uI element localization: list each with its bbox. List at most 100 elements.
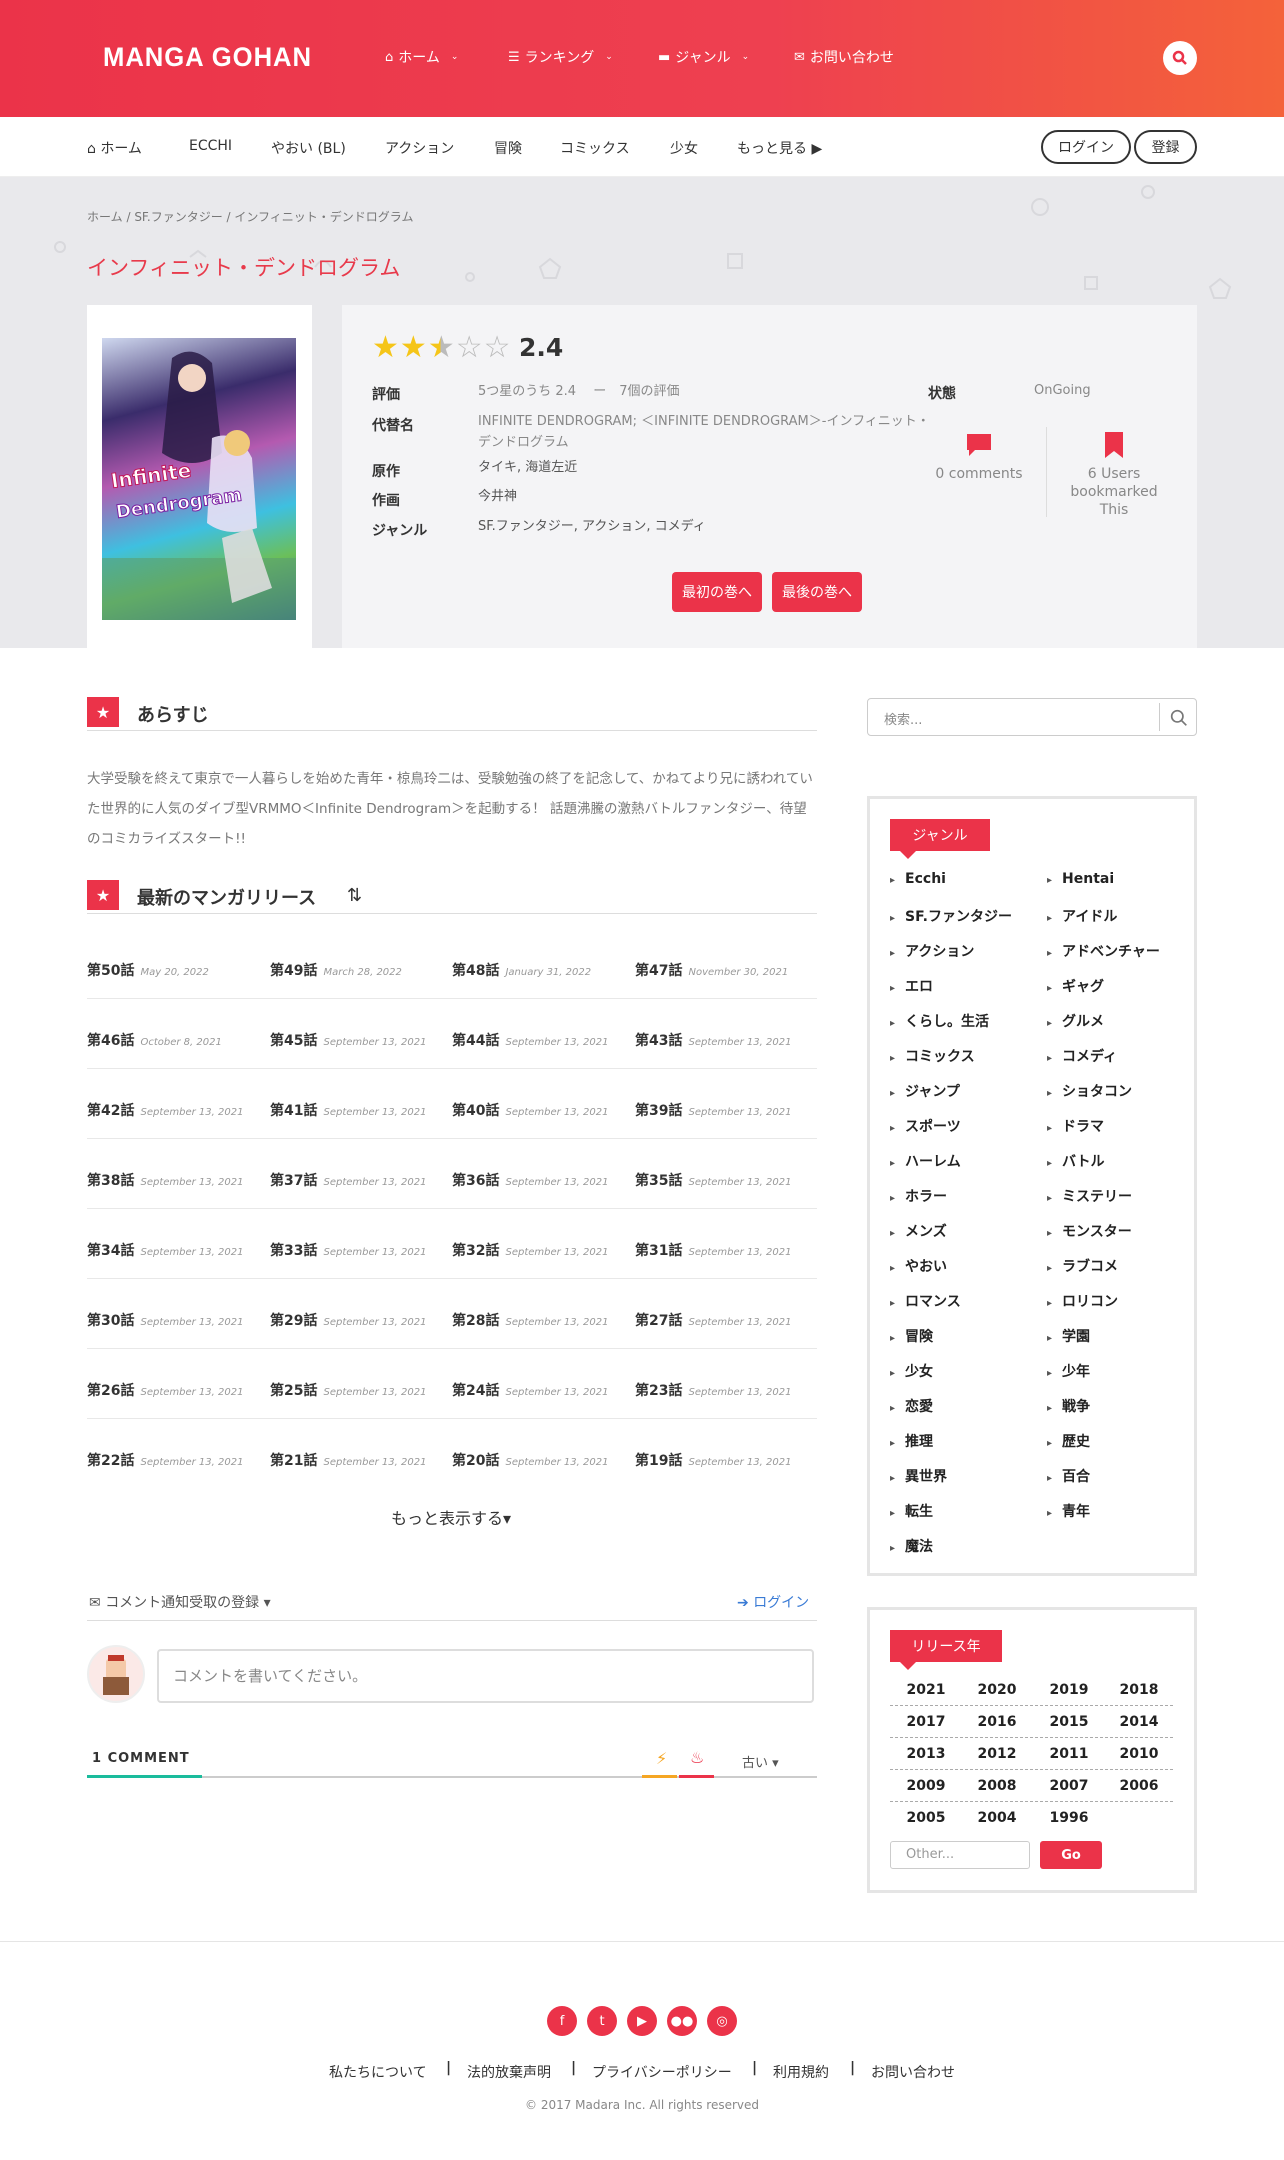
register-button[interactable]: 登録 [1134, 130, 1197, 164]
nav-ranking[interactable]: ☰ ランキング ⌄ [508, 47, 613, 67]
chapter-item[interactable]: 第19話 September 13, 2021 [635, 1450, 791, 1520]
first-volume-button[interactable]: 最初の巻へ [672, 572, 762, 612]
subnav-yaoi[interactable]: やおい (BL) [271, 138, 346, 158]
genre-item[interactable]: バトル [1047, 1151, 1104, 1171]
chapter-item[interactable]: 第38話 September 13, 2021 [87, 1170, 243, 1240]
year-item[interactable]: 2009 [896, 1778, 956, 1794]
subnav-comics[interactable]: コミックス [560, 138, 630, 158]
chapter-item[interactable]: 第40話 September 13, 2021 [452, 1100, 608, 1170]
chapter-item[interactable]: 第48話 January 31, 2022 [452, 960, 591, 1030]
nav-genre[interactable]: ▬ ジャンル ⌄ [658, 47, 749, 67]
year-item[interactable]: 2017 [896, 1714, 956, 1730]
genre-item[interactable]: 冒険 [890, 1326, 933, 1346]
year-item[interactable]: 2016 [967, 1714, 1027, 1730]
show-more-button[interactable]: もっと表示する▾ [391, 1505, 511, 1529]
footer-link-contact[interactable]: お問い合わせ [871, 2062, 955, 2082]
genre-item[interactable]: ホラー [890, 1186, 947, 1206]
last-volume-button[interactable]: 最後の巻へ [772, 572, 862, 612]
subnav-adventure[interactable]: 冒険 [494, 138, 522, 158]
youtube-icon[interactable]: ▶ [627, 2006, 657, 2036]
chapter-item[interactable]: 第27話 September 13, 2021 [635, 1310, 791, 1380]
search-icon[interactable] [1170, 709, 1188, 727]
year-item[interactable]: 2014 [1109, 1714, 1169, 1730]
chapter-item[interactable]: 第25話 September 13, 2021 [270, 1380, 426, 1450]
genre-item[interactable]: 転生 [890, 1501, 933, 1521]
author-value[interactable]: タイキ, 海道左近 [478, 457, 577, 478]
year-item[interactable]: 1996 [1039, 1810, 1099, 1826]
genre-item[interactable]: グルメ [1047, 1011, 1104, 1031]
bookmark-stat[interactable]: 6 Users bookmarked This [1053, 430, 1175, 519]
genre-item[interactable]: メンズ [890, 1221, 947, 1241]
year-item[interactable]: 2004 [967, 1810, 1027, 1826]
subnav-more[interactable]: もっと見る ▶ [737, 138, 822, 158]
genre-item[interactable]: ジャンプ [890, 1081, 960, 1101]
genre-item[interactable]: SF.ファンタジー [890, 906, 1012, 926]
genre-item[interactable]: ショタコン [1047, 1081, 1132, 1101]
comment-login-link[interactable]: ➔ ログイン [737, 1592, 809, 1612]
year-item[interactable]: 2020 [967, 1682, 1027, 1698]
rating-stars[interactable]: ★★★☆☆ [372, 330, 512, 365]
nav-home[interactable]: ⌂ ホーム ⌄ [385, 47, 458, 67]
genre-item[interactable]: コメディ [1047, 1046, 1117, 1066]
chapter-item[interactable]: 第33話 September 13, 2021 [270, 1240, 426, 1310]
sort-dropdown[interactable]: 古い ▾ [742, 1752, 779, 1771]
genre-item[interactable]: 百合 [1047, 1466, 1090, 1486]
year-item[interactable]: 2006 [1109, 1778, 1169, 1794]
chapter-item[interactable]: 第24話 September 13, 2021 [452, 1380, 608, 1450]
chapter-item[interactable]: 第37話 September 13, 2021 [270, 1170, 426, 1240]
genre-item[interactable]: アイドル [1047, 906, 1117, 926]
year-item[interactable]: 2018 [1109, 1682, 1169, 1698]
subnav-home[interactable]: ⌂ ホーム [87, 138, 142, 158]
footer-link-terms[interactable]: 利用規約 [773, 2062, 829, 2082]
chapter-item[interactable]: 第32話 September 13, 2021 [452, 1240, 608, 1310]
chapter-item[interactable]: 第28話 September 13, 2021 [452, 1310, 608, 1380]
year-item[interactable]: 2007 [1039, 1778, 1099, 1794]
search-input[interactable]: 検索... [884, 709, 922, 728]
year-item[interactable]: 2010 [1109, 1746, 1169, 1762]
subscribe-dropdown[interactable]: ✉ コメント通知受取の登録 ▾ [89, 1592, 271, 1612]
subnav-ecchi[interactable]: ECCHI [189, 138, 232, 154]
genre-item[interactable]: ギャグ [1047, 976, 1104, 996]
genre-item[interactable]: くらし。生活 [890, 1011, 989, 1031]
chapter-item[interactable]: 第26話 September 13, 2021 [87, 1380, 243, 1450]
chapter-item[interactable]: 第45話 September 13, 2021 [270, 1030, 426, 1100]
year-item[interactable]: 2005 [896, 1810, 956, 1826]
year-item[interactable]: 2012 [967, 1746, 1027, 1762]
genre-item[interactable]: Ecchi [890, 871, 946, 887]
genre-item[interactable]: ドラマ [1047, 1116, 1104, 1136]
chapter-item[interactable]: 第41話 September 13, 2021 [270, 1100, 426, 1170]
year-item[interactable]: 2015 [1039, 1714, 1099, 1730]
year-item[interactable]: 2011 [1039, 1746, 1099, 1762]
facebook-icon[interactable]: f [547, 2006, 577, 2036]
chapter-item[interactable]: 第22話 September 13, 2021 [87, 1450, 243, 1520]
chapter-item[interactable]: 第29話 September 13, 2021 [270, 1310, 426, 1380]
genre-item[interactable]: アドベンチャー [1047, 941, 1160, 961]
footer-link-disclaimer[interactable]: 法的放棄声明 [467, 2062, 551, 2082]
site-logo[interactable]: MANGA GOHAN [103, 42, 312, 73]
year-item[interactable]: 2019 [1039, 1682, 1099, 1698]
year-item[interactable]: 2021 [896, 1682, 956, 1698]
other-year-input[interactable]: Other... [890, 1841, 1030, 1869]
genre-item[interactable]: ミステリー [1047, 1186, 1132, 1206]
genre-item[interactable]: 推理 [890, 1431, 933, 1451]
genre-item[interactable]: ラブコメ [1047, 1256, 1118, 1276]
subnav-shoujo[interactable]: 少女 [670, 138, 698, 158]
chapter-item[interactable]: 第34話 September 13, 2021 [87, 1240, 243, 1310]
genre-item[interactable]: 戦争 [1047, 1396, 1090, 1416]
genre-item[interactable]: 少年 [1047, 1361, 1090, 1381]
year-item[interactable]: 2008 [967, 1778, 1027, 1794]
chapter-item[interactable]: 第43話 September 13, 2021 [635, 1030, 791, 1100]
genre-item[interactable]: 魔法 [890, 1536, 933, 1556]
instagram-icon[interactable]: ◎ [707, 2006, 737, 2036]
genre-item[interactable]: 異世界 [890, 1466, 947, 1486]
lightning-icon[interactable]: ⚡ [656, 1749, 667, 1768]
genre-item[interactable]: 学園 [1047, 1326, 1090, 1346]
genre-item[interactable]: 青年 [1047, 1501, 1090, 1521]
genre-item[interactable]: スポーツ [890, 1116, 961, 1136]
comment-input[interactable]: コメントを書いてください。 [157, 1649, 814, 1703]
chapter-item[interactable]: 第30話 September 13, 2021 [87, 1310, 243, 1380]
fire-icon[interactable]: ♨ [690, 1748, 704, 1767]
year-item[interactable]: 2013 [896, 1746, 956, 1762]
chapter-item[interactable]: 第44話 September 13, 2021 [452, 1030, 608, 1100]
subnav-action[interactable]: アクション [385, 138, 454, 158]
